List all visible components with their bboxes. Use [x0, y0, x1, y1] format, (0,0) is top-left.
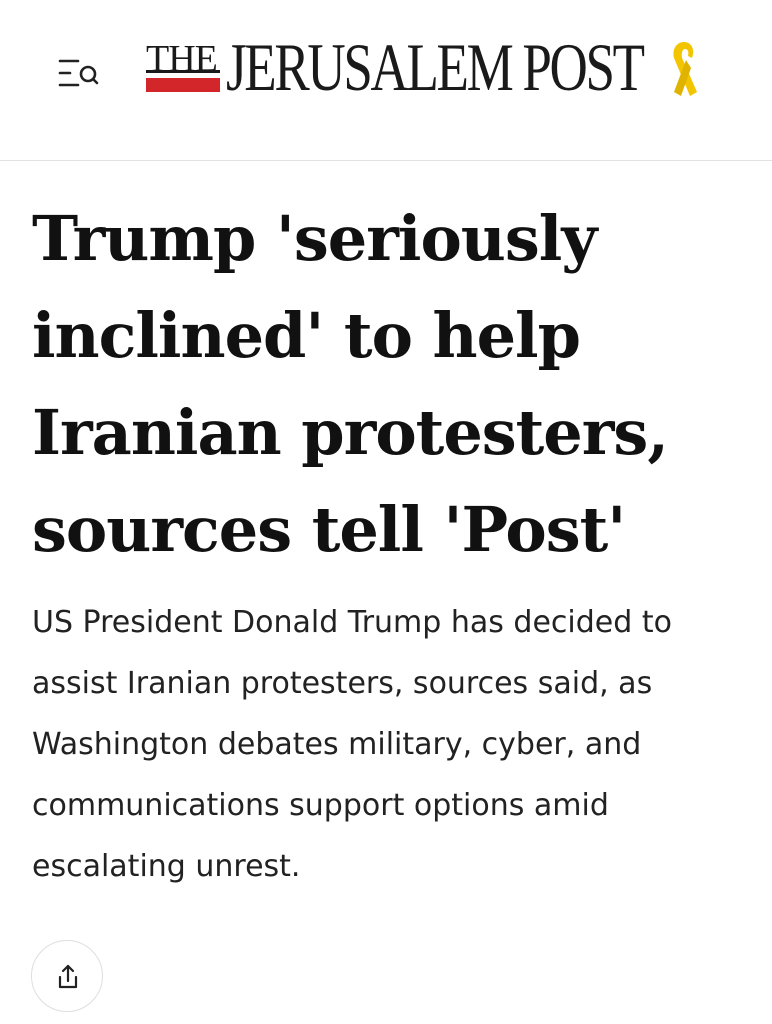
menu-search-button[interactable]	[54, 52, 102, 96]
menu-search-icon	[58, 59, 99, 87]
logo-underline	[146, 70, 220, 73]
logo-red-bar	[146, 78, 220, 92]
article-headline: Trump 'seriously inclined' to help Irani…	[32, 202, 669, 566]
share-icon	[58, 964, 78, 989]
site-logo[interactable]: THE JERUSALEM POST	[140, 28, 710, 118]
article-summary: US President Donald Trump has decided to…	[32, 605, 672, 884]
site-header: THE JERUSALEM POST	[0, 0, 772, 161]
share-button[interactable]	[31, 940, 103, 1012]
yellow-ribbon-icon	[673, 42, 697, 96]
logo-name-text: JERUSALEM POST	[226, 29, 645, 105]
